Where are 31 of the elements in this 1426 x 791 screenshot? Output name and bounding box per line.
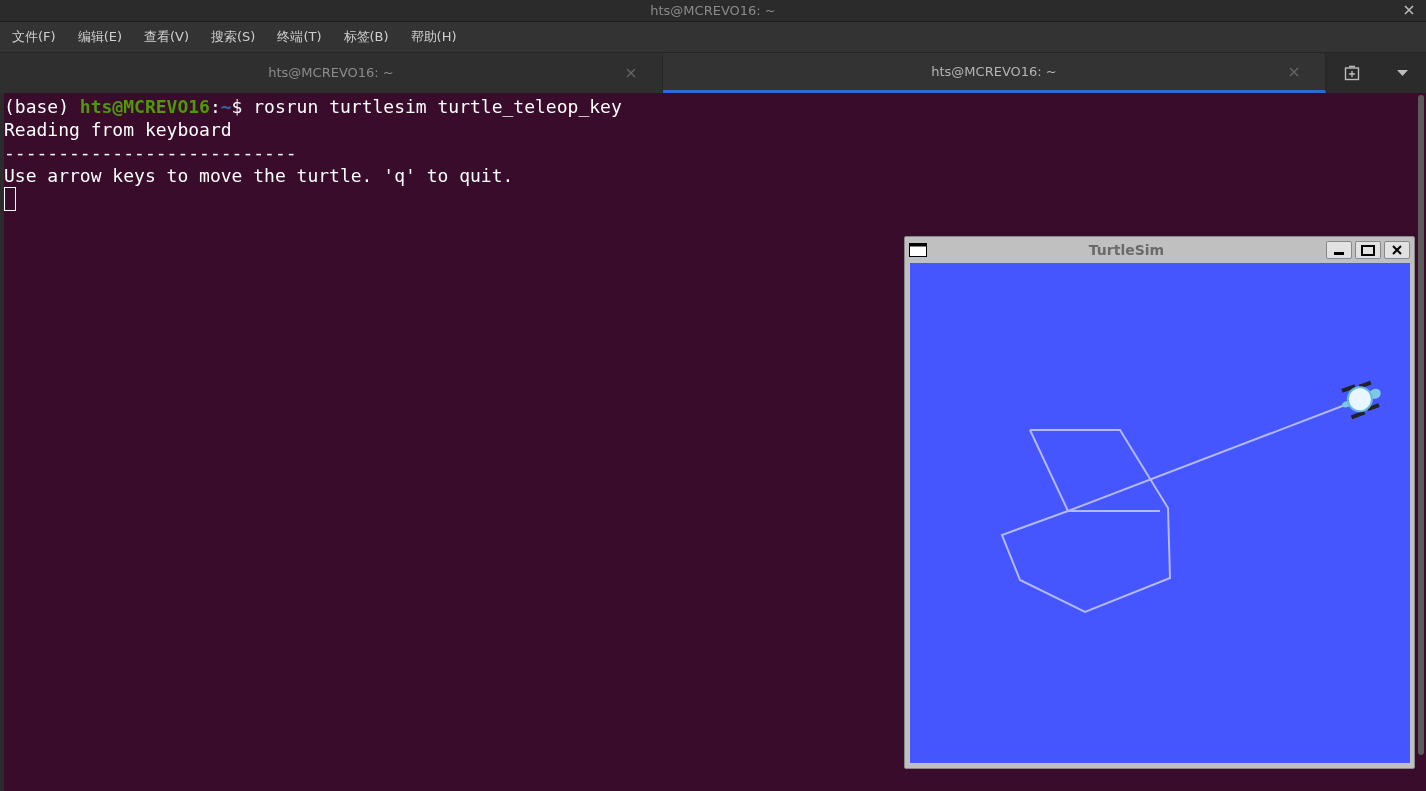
caret-icon <box>1396 70 1408 76</box>
terminal-text: --------------------------- <box>4 141 297 164</box>
terminal-text: hts@MCREVO16 <box>79 95 210 118</box>
minimize-icon <box>1334 252 1344 255</box>
close-button[interactable] <box>1384 241 1410 259</box>
maximize-icon <box>1361 244 1375 256</box>
window-title: hts@MCREVO16: ~ <box>650 1 776 20</box>
menu-item[interactable]: 查看(V) <box>138 27 196 47</box>
terminal-text: : <box>209 95 221 118</box>
close-icon <box>1392 245 1402 255</box>
menu-item[interactable]: 终端(T) <box>271 27 328 47</box>
terminal-text: $ rosrun turtlesim turtle_teleop_key <box>231 95 622 118</box>
menu-item[interactable]: 搜索(S) <box>205 27 262 47</box>
turtle-drawing <box>1341 380 1381 420</box>
menu-item[interactable]: 帮助(H) <box>404 27 463 47</box>
terminal-text: Reading from keyboard <box>4 118 232 141</box>
window-title: TurtleSim <box>1087 240 1166 260</box>
new-tab-button[interactable] <box>1342 63 1362 83</box>
scrollbar[interactable] <box>1418 95 1424 755</box>
new-tab-icon <box>1344 65 1360 81</box>
menu-item[interactable]: 编辑(E) <box>71 27 128 47</box>
terminal-tab[interactable]: hts@MCREVO16: ~ <box>663 53 1326 93</box>
terminal-text: ~ <box>220 95 232 118</box>
terminal-text: (base) <box>4 95 71 118</box>
maximize-button[interactable] <box>1355 241 1381 259</box>
window-menu-icon[interactable] <box>909 243 927 257</box>
close-icon <box>1404 5 1414 15</box>
menu-item[interactable]: 标签(B) <box>337 27 395 47</box>
terminal-text: Use arrow keys to move the turtle. 'q' to quit. <box>4 164 514 187</box>
menu-item[interactable]: 文件(F) <box>6 27 62 47</box>
minimize-button[interactable] <box>1326 241 1352 259</box>
